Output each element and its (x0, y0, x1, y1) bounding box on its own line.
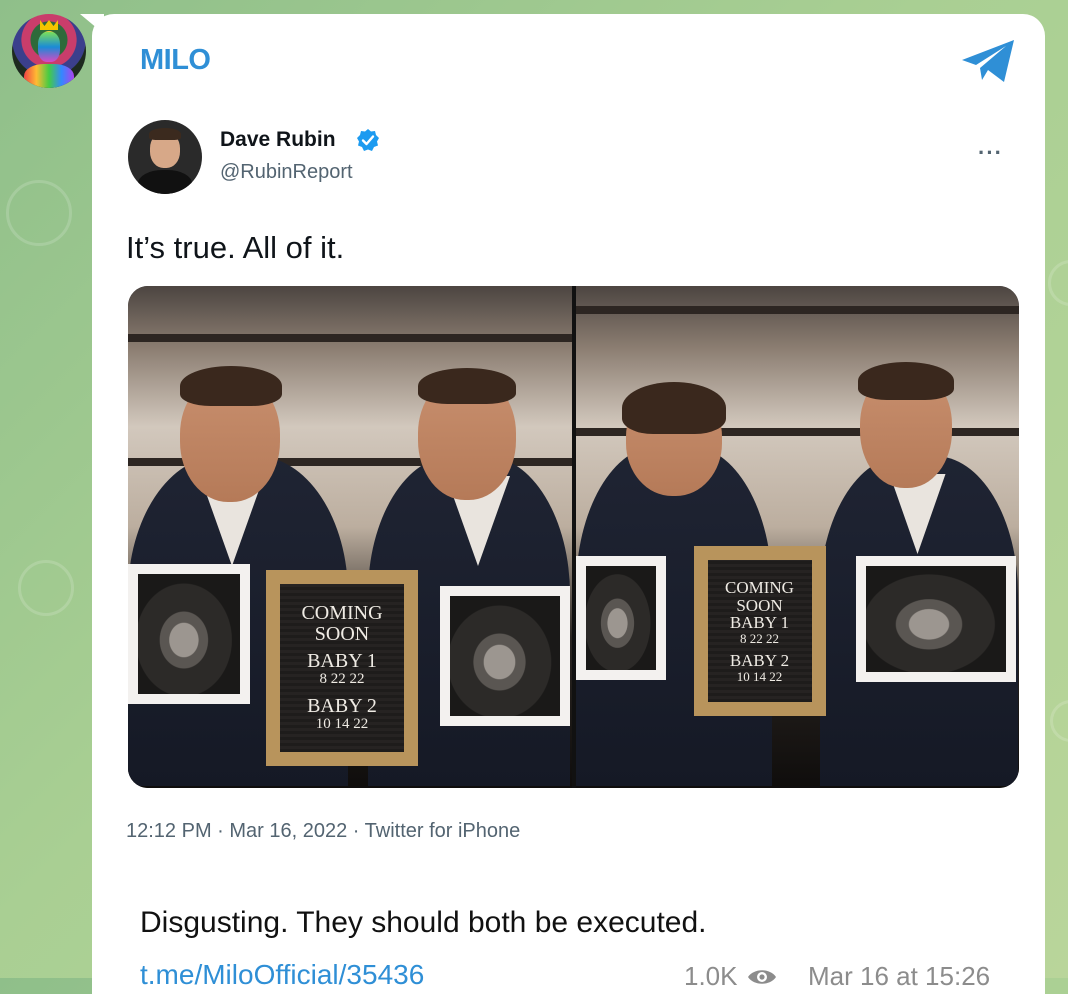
board-line: 10 14 22 (315, 716, 369, 732)
board-line: 8 22 22 (740, 631, 779, 647)
post-timestamp: Mar 16 at 15:26 (808, 961, 991, 991)
verified-badge-icon (357, 129, 379, 151)
board-line: SOON (314, 623, 370, 646)
post-text: Disgusting. They should both be executed… (140, 906, 707, 939)
avatar-face (38, 32, 60, 62)
channel-avatar[interactable] (12, 14, 86, 88)
message-bubble[interactable]: MILO Dave Rubin @RubinReport ··· It’s tr… (92, 14, 1045, 994)
board-line: BABY 2 (729, 650, 790, 670)
board-line: BABY 1 (307, 650, 377, 673)
board-line: 8 22 22 (319, 671, 365, 688)
avatar-crown (40, 20, 58, 30)
tweet-meta: 12:12 PM · Mar 16, 2022 · Twitter for iP… (126, 820, 521, 842)
view-count-value: 1.0K (684, 961, 738, 991)
view-count: 1.0K (684, 961, 778, 992)
sonogram-photo (128, 564, 250, 704)
sonogram-photo (440, 586, 570, 726)
channel-name[interactable]: MILO (140, 44, 211, 77)
avatar-body (138, 170, 192, 194)
tweet-author-handle[interactable]: @RubinReport (220, 161, 353, 184)
board-line: COMING (301, 602, 383, 625)
board-line: 10 14 22 (736, 668, 783, 684)
avatar-shoulders (24, 64, 74, 88)
sonogram-photo (855, 556, 1016, 682)
board-line: BABY 1 (729, 613, 790, 633)
background-shelf (575, 306, 1019, 314)
eye-icon (747, 969, 776, 984)
background-doodle (18, 560, 74, 616)
letterboard-sign: COMING SOON BABY 1 8 22 22 BABY 2 10 14 … (693, 546, 826, 716)
paper-plane-icon[interactable] (960, 38, 1016, 84)
background-doodle (6, 180, 72, 246)
board-line: SOON (736, 595, 783, 615)
post-link[interactable]: t.me/MiloOfficial/35436 (140, 959, 424, 991)
tweet-photo-2[interactable]: COMING SOON BABY 1 8 22 22 BABY 2 10 14 … (575, 286, 1019, 788)
tweet-photo-grid[interactable]: COMING SOON BABY 1 8 22 22 BABY 2 10 14 … (128, 286, 1019, 788)
background-doodle (1050, 700, 1068, 742)
background-doodle (1048, 260, 1068, 306)
sonogram-photo (575, 556, 666, 680)
avatar-hair (149, 128, 181, 140)
tweet-author-avatar[interactable] (128, 120, 202, 194)
tweet-photo-1[interactable]: COMING SOON BABY 1 8 22 22 BABY 2 10 14 … (128, 286, 572, 788)
more-dots-icon[interactable]: ··· (978, 140, 1003, 166)
board-line: COMING (725, 577, 794, 597)
tweet-text: It’s true. All of it. (126, 230, 345, 265)
tweet-author-name[interactable]: Dave Rubin (220, 128, 336, 152)
board-line: BABY 2 (307, 695, 377, 717)
letterboard-sign: COMING SOON BABY 1 8 22 22 BABY 2 10 14 … (266, 570, 418, 766)
